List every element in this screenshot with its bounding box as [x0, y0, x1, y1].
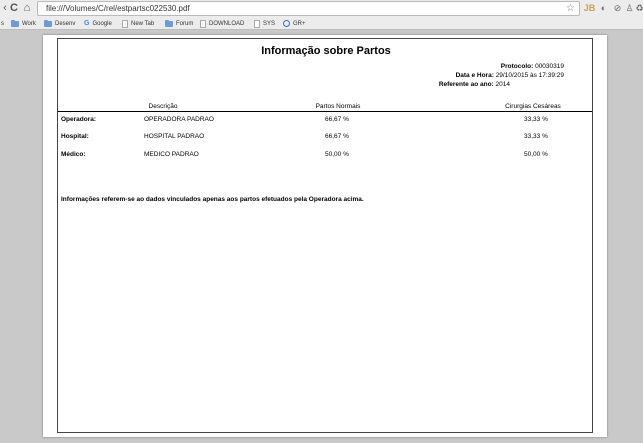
- bookmark-s[interactable]: s: [1, 17, 4, 30]
- pdf-page: Informação sobre Partos Protocolo: 00030…: [43, 35, 607, 437]
- extension-jb-icon[interactable]: JB: [583, 2, 596, 15]
- cell-descricao: OPERADORA PADRAO: [144, 116, 214, 123]
- bookmark-label: Work: [22, 20, 36, 27]
- bookmark-label: DOWNLOAD: [209, 20, 245, 27]
- bookmark-sys[interactable]: SYS: [254, 17, 275, 30]
- header-divider: [58, 111, 592, 112]
- address-url: file:///Volumes/C/rel/estpartsc022530.pd…: [46, 4, 190, 13]
- page-icon: [122, 19, 128, 28]
- report-frame: Informação sobre Partos Protocolo: 00030…: [57, 38, 593, 433]
- row-label: Médico:: [61, 151, 86, 158]
- column-header-partos-normais: Partos Normais: [315, 103, 361, 110]
- browser-toolbar: ‹ C ⌂ file:///Volumes/C/rel/estpartsc022…: [0, 0, 643, 17]
- cell-descricao: HOSPITAL PADRAO: [144, 133, 205, 140]
- bookmark-new-tab[interactable]: New Tab: [122, 17, 154, 30]
- reload-icon[interactable]: C: [9, 2, 19, 15]
- cell-cirurgias-cesareas: 33,33 %: [524, 116, 548, 123]
- protocolo-line: Protocolo: 00030319: [501, 63, 564, 70]
- protocolo-label: Protocolo:: [500, 63, 534, 70]
- bookmark-label: s: [1, 20, 4, 27]
- bookmark-work[interactable]: Work: [11, 17, 36, 30]
- referente-label: Referente ao ano:: [438, 81, 494, 88]
- bookmark-forum[interactable]: Forum: [165, 17, 193, 30]
- cell-partos-normais: 66,67 %: [325, 116, 349, 123]
- cell-cirurgias-cesareas: 33,33 %: [524, 133, 548, 140]
- bookmark-star-icon[interactable]: ☆: [566, 2, 575, 15]
- folder-icon: [165, 19, 173, 27]
- cell-descricao: MEDICO PADRAO: [144, 151, 199, 158]
- referente-value: 2014: [495, 81, 510, 88]
- bookmarks-bar: s Work Desenv G Google New Tab Forum DOW…: [0, 17, 643, 30]
- back-icon[interactable]: ‹: [1, 2, 9, 15]
- row-label: Hospital:: [61, 133, 89, 140]
- scrollbar[interactable]: [637, 31, 643, 443]
- address-bar[interactable]: file:///Volumes/C/rel/estpartsc022530.pd…: [37, 1, 580, 16]
- datahora-line: Data e Hora: 29/10/2015 às 17:39:29: [456, 72, 564, 79]
- report-title: Informação sobre Partos: [261, 45, 391, 57]
- globe-icon: [283, 20, 290, 27]
- page-icon: [254, 19, 260, 28]
- bookmark-desenv[interactable]: Desenv: [44, 17, 75, 30]
- bookmark-label: New Tab: [131, 20, 155, 27]
- extension-recycle-icon[interactable]: ♻: [633, 2, 643, 15]
- bookmark-label: Forum: [176, 20, 194, 27]
- bookmark-download[interactable]: DOWNLOAD: [200, 17, 244, 30]
- page-icon: [200, 19, 206, 28]
- cell-partos-normais: 50,00 %: [325, 151, 349, 158]
- row-label: Operadora:: [61, 116, 97, 123]
- google-icon: G: [84, 20, 90, 27]
- referente-line: Referente ao ano: 2014: [439, 81, 510, 88]
- datahora-value: 29/10/2015 às 17:39:29: [495, 72, 564, 79]
- protocolo-value: 00030319: [535, 63, 564, 70]
- bookmark-label: SYS: [263, 20, 276, 27]
- column-header-cirurgias-cesareas: Cirurgias Cesáreas: [505, 103, 561, 110]
- home-icon[interactable]: ⌂: [21, 2, 33, 15]
- bookmark-google[interactable]: G Google: [84, 17, 112, 30]
- bookmark-label: Desenv: [55, 20, 76, 27]
- datahora-label: Data e Hora:: [455, 72, 494, 79]
- footnote: Informações referem-se ao dados vinculad…: [61, 196, 364, 203]
- folder-icon: [11, 19, 19, 27]
- folder-icon: [44, 19, 52, 27]
- cell-partos-normais: 66,67 %: [325, 133, 349, 140]
- bookmark-gr-plus[interactable]: GR+: [283, 17, 306, 30]
- pdf-viewer[interactable]: Informação sobre Partos Protocolo: 00030…: [0, 31, 643, 443]
- column-header-descricao: Descrição: [148, 103, 178, 110]
- extension-clock-icon[interactable]: ◐: [597, 2, 610, 15]
- bookmark-label: Google: [92, 20, 112, 27]
- cell-cirurgias-cesareas: 50,00 %: [524, 151, 548, 158]
- bookmark-label: GR+: [293, 20, 306, 27]
